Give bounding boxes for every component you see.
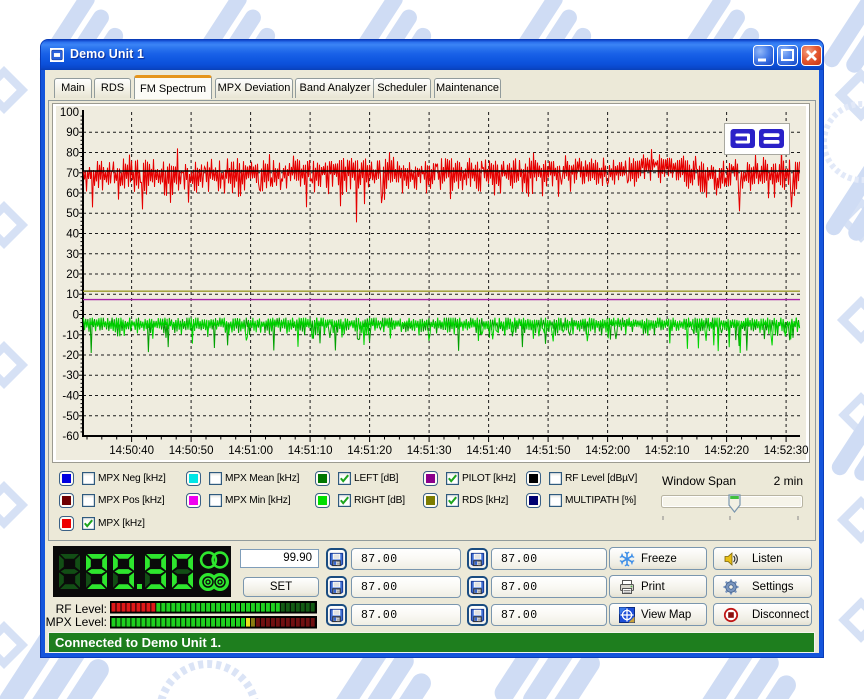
svg-text:14:51:10: 14:51:10 (288, 445, 333, 457)
svg-text:14:50:50: 14:50:50 (169, 445, 214, 457)
svg-text:50: 50 (66, 208, 79, 220)
svg-text:40: 40 (66, 229, 79, 241)
svg-text:100: 100 (60, 107, 79, 119)
svg-text:-40: -40 (62, 391, 79, 403)
svg-text:14:51:30: 14:51:30 (407, 445, 452, 457)
svg-text:-60: -60 (62, 431, 79, 443)
svg-text:14:50:40: 14:50:40 (109, 445, 154, 457)
svg-text:0: 0 (73, 310, 79, 322)
svg-text:-50: -50 (62, 411, 79, 423)
svg-text:14:52:10: 14:52:10 (645, 445, 690, 457)
svg-text:20: 20 (66, 269, 79, 281)
svg-text:14:51:40: 14:51:40 (466, 445, 511, 457)
svg-text:14:52:00: 14:52:00 (585, 445, 630, 457)
svg-text:14:52:30: 14:52:30 (764, 445, 809, 457)
svg-text:10: 10 (66, 289, 79, 301)
svg-text:14:51:50: 14:51:50 (526, 445, 571, 457)
svg-text:14:51:00: 14:51:00 (228, 445, 273, 457)
svg-text:14:52:20: 14:52:20 (704, 445, 749, 457)
svg-text:70: 70 (66, 168, 79, 180)
svg-text:-10: -10 (62, 330, 79, 342)
svg-text:90: 90 (66, 127, 79, 139)
svg-text:-30: -30 (62, 370, 79, 382)
svg-text:14:51:20: 14:51:20 (347, 445, 392, 457)
svg-text:-20: -20 (62, 350, 79, 362)
svg-text:60: 60 (66, 188, 79, 200)
svg-text:80: 80 (66, 148, 79, 160)
svg-text:30: 30 (66, 249, 79, 261)
